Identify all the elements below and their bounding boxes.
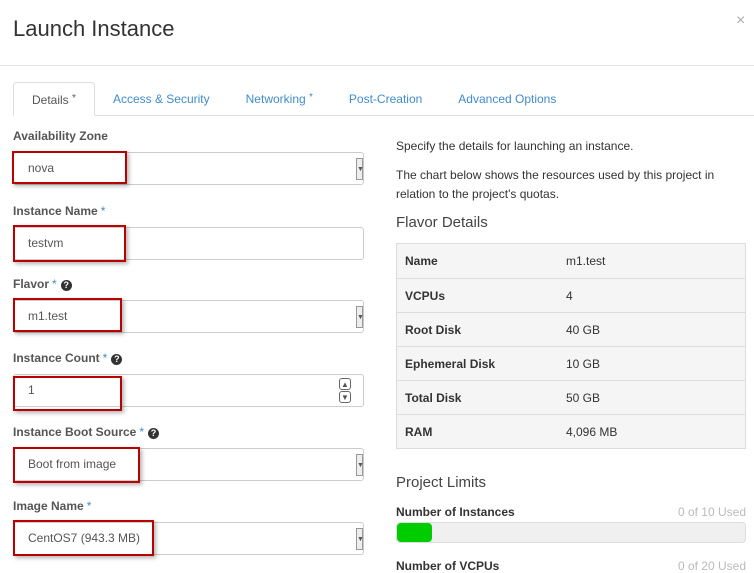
limit-name: Number of VCPUs — [396, 559, 499, 573]
flavor-select[interactable]: m1.test ▼ — [13, 300, 364, 333]
flavor-details-table: Namem1.test VCPUs4 Root Disk40 GB Epheme… — [396, 243, 746, 449]
table-row: Namem1.test — [397, 244, 745, 278]
row-value: 50 GB — [566, 391, 600, 405]
row-key: Ephemeral Disk — [397, 357, 566, 371]
select-value: nova — [28, 161, 54, 175]
tab-label: Post-Creation — [349, 92, 422, 106]
select-value: CentOS7 (943.3 MB) — [28, 531, 140, 545]
label-text: Instance Count — [13, 351, 100, 365]
stepper-down-icon[interactable]: ▼ — [339, 391, 351, 403]
limit-instances: Number of Instances 0 of 10 Used — [396, 505, 746, 519]
instance-name-input[interactable]: testvm — [13, 227, 364, 260]
tab-label: Advanced Options — [458, 92, 556, 106]
row-value: m1.test — [566, 254, 605, 268]
flavor-details-heading: Flavor Details — [396, 214, 488, 231]
tab-bar: Details * Access & Security Networking *… — [13, 82, 754, 116]
row-key: RAM — [397, 425, 566, 439]
tab-access-security[interactable]: Access & Security — [95, 82, 228, 116]
input-value: 1 — [28, 383, 35, 397]
number-stepper[interactable]: ▲▼ — [339, 378, 351, 404]
tab-label: Networking — [246, 92, 306, 106]
required-star: * — [52, 277, 57, 291]
project-limits-heading: Project Limits — [396, 474, 486, 491]
label-text: Availability Zone — [13, 129, 108, 143]
flavor-label: Flavor*? — [13, 277, 72, 291]
help-icon[interactable]: ? — [148, 428, 159, 439]
stepper-up-icon[interactable]: ▲ — [339, 378, 351, 390]
limit-vcpus: Number of VCPUs 0 of 20 Used — [396, 559, 746, 573]
image-name-label: Image Name* — [13, 499, 91, 513]
limit-name: Number of Instances — [396, 505, 515, 519]
availability-zone-label: Availability Zone — [13, 129, 108, 143]
select-value: m1.test — [28, 309, 67, 323]
table-row: Ephemeral Disk10 GB — [397, 346, 745, 380]
progress-fill — [397, 523, 432, 542]
help-icon[interactable]: ? — [61, 280, 72, 291]
tab-label: Details — [32, 93, 69, 107]
info-text: The chart below shows the resources used… — [396, 166, 746, 204]
tab-post-creation[interactable]: Post-Creation — [331, 82, 440, 116]
modal-title: Launch Instance — [13, 16, 174, 42]
chevron-down-icon: ▼ — [356, 454, 363, 476]
label-text: Flavor — [13, 277, 49, 291]
row-key: Total Disk — [397, 391, 566, 405]
select-value: Boot from image — [28, 457, 116, 471]
required-star: * — [139, 425, 144, 439]
chevron-down-icon: ▼ — [356, 528, 363, 550]
availability-zone-select[interactable]: nova ▼ — [13, 152, 364, 185]
row-value: 4 — [566, 289, 573, 303]
tab-advanced-options[interactable]: Advanced Options — [440, 82, 574, 116]
image-name-select[interactable]: CentOS7 (943.3 MB) ▼ — [13, 522, 364, 555]
close-icon[interactable]: × — [736, 12, 745, 30]
required-star: * — [309, 92, 313, 103]
help-icon[interactable]: ? — [111, 354, 122, 365]
table-row: VCPUs4 — [397, 278, 745, 312]
table-row: Total Disk50 GB — [397, 380, 745, 414]
required-star: * — [103, 351, 108, 365]
required-star: * — [101, 204, 106, 218]
instances-progress-bar — [396, 522, 746, 543]
row-value: 4,096 MB — [566, 425, 617, 439]
label-text: Image Name — [13, 499, 84, 513]
label-text: Instance Boot Source — [13, 425, 136, 439]
divider — [0, 65, 754, 66]
chevron-down-icon: ▼ — [356, 158, 363, 180]
chevron-down-icon: ▼ — [356, 306, 363, 328]
row-key: Name — [397, 254, 566, 268]
instance-count-label: Instance Count*? — [13, 351, 122, 365]
row-key: VCPUs — [397, 289, 566, 303]
row-value: 40 GB — [566, 323, 600, 337]
tab-details[interactable]: Details * — [13, 82, 95, 116]
tab-networking[interactable]: Networking * — [228, 82, 331, 116]
input-value: testvm — [28, 236, 63, 250]
required-star: * — [72, 93, 76, 104]
required-star: * — [87, 499, 92, 513]
table-row: RAM4,096 MB — [397, 414, 745, 448]
row-key: Root Disk — [397, 323, 566, 337]
boot-source-select[interactable]: Boot from image ▼ — [13, 448, 364, 481]
table-row: Root Disk40 GB — [397, 312, 745, 346]
instance-count-input[interactable]: 1 ▲▼ — [13, 374, 364, 407]
row-value: 10 GB — [566, 357, 600, 371]
label-text: Instance Name — [13, 204, 98, 218]
limit-usage: 0 of 10 Used — [678, 505, 746, 519]
boot-source-label: Instance Boot Source*? — [13, 425, 159, 439]
info-text: Specify the details for launching an ins… — [396, 137, 746, 156]
limit-usage: 0 of 20 Used — [678, 559, 746, 573]
instance-name-label: Instance Name* — [13, 204, 105, 218]
tab-label: Access & Security — [113, 92, 210, 106]
